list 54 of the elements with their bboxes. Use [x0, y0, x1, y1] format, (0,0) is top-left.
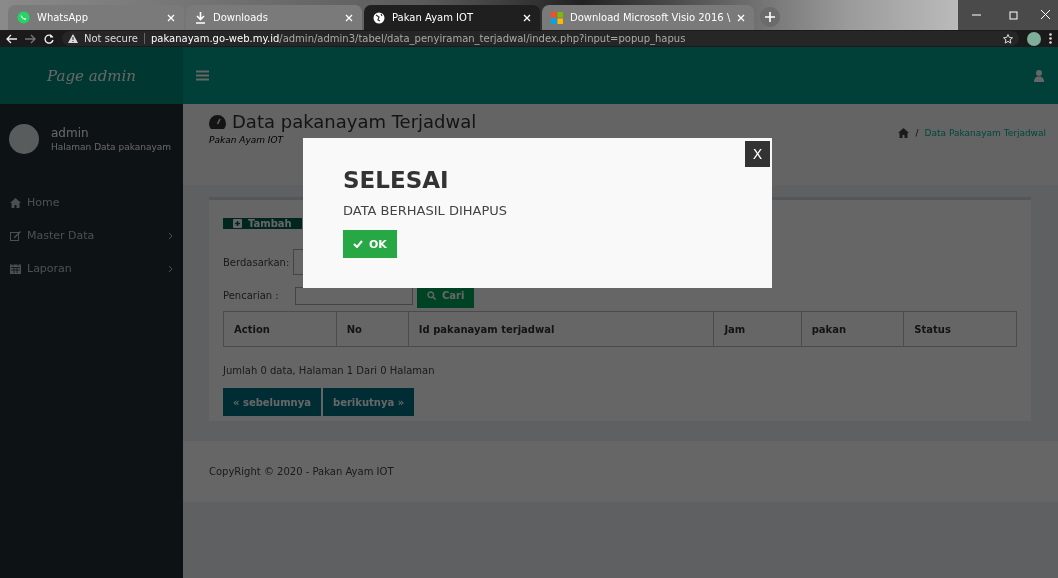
page-title: Data pakanayam Terjadwal — [232, 111, 477, 132]
back-icon[interactable] — [6, 33, 17, 44]
breadcrumb-separator: / — [915, 128, 919, 138]
close-icon[interactable] — [1032, 0, 1058, 30]
address-bar[interactable]: Not secure pakanayam.go-web.my.id/admin/admin3/tabel/data_penyiraman_terjadwal/index.php?input=popup_hapus — [62, 31, 1019, 46]
user-name: admin — [51, 126, 90, 140]
ok-button[interactable]: OK — [343, 230, 397, 258]
add-button[interactable]: Tambah — [223, 218, 302, 229]
dialog-message: DATA BERHASIL DIHAPUS — [343, 203, 508, 218]
search-field[interactable] — [295, 286, 413, 305]
security-label: Not secure — [84, 33, 138, 44]
globe-icon — [373, 11, 385, 24]
search-label: Pencarian : — [223, 290, 280, 301]
plus-square-icon — [233, 219, 242, 228]
home-icon — [898, 128, 910, 138]
check-icon — [353, 240, 363, 248]
browser-tab[interactable]: Downloads — [186, 5, 362, 30]
star-icon[interactable] — [1003, 33, 1013, 44]
calendar-icon — [10, 263, 21, 274]
forward-icon[interactable] — [25, 33, 36, 44]
browser-tab[interactable]: Pakan Ayam IOT — [364, 5, 540, 30]
pagination-button[interactable]: berikutnya » — [322, 388, 415, 416]
close-button[interactable]: X — [745, 141, 770, 167]
pagination-button[interactable]: « sebelumnya — [223, 388, 321, 416]
breadcrumb-link[interactable]: Data Pakanayam Terjadwal — [924, 128, 1046, 138]
dashboard-icon — [209, 114, 226, 129]
edit-icon — [10, 230, 21, 241]
footer-text: CopyRight © 2020 - Pakan Ayam IOT — [209, 466, 394, 477]
page-subtitle: Pakan Ayam IOT — [209, 135, 285, 145]
chat-icon — [17, 11, 30, 24]
reload-icon[interactable] — [44, 33, 54, 44]
column-header: pakan — [801, 311, 904, 347]
browser-tab[interactable]: Download Microsoft Visio 2016 \ — [542, 5, 755, 30]
download-icon — [195, 11, 206, 24]
browser-tab[interactable]: WhatsApp — [8, 5, 184, 30]
more-icon[interactable] — [1049, 33, 1052, 44]
search-icon — [427, 291, 436, 300]
column-header: Jam — [713, 311, 802, 347]
filter-label: Berdasarkan: — [223, 256, 290, 268]
windows-logo-icon — [551, 11, 563, 24]
column-header: Id pakanayam terjadwal — [408, 311, 714, 347]
user-avatar — [9, 124, 39, 154]
user-subtitle: Halaman Data pakanayam — [51, 142, 172, 152]
close-icon[interactable] — [523, 13, 531, 22]
summary-text: Jumlah 0 data, Halaman 1 Dari 0 Halaman — [223, 365, 435, 376]
warning-icon — [68, 34, 78, 43]
dialog-title: SELESAI — [343, 167, 449, 193]
column-header: Action — [223, 311, 337, 347]
url-text: pakanayam.go-web.my.id/admin/admin3/tabel/data_penyiraman_terjadwal/index.php?input=popup_hapus — [150, 33, 686, 44]
column-header: Status — [903, 311, 1017, 347]
column-header: No — [336, 311, 409, 347]
profile-avatar[interactable] — [1027, 31, 1041, 46]
home-icon — [10, 197, 21, 208]
brand-logo[interactable]: Page admin — [0, 47, 183, 104]
